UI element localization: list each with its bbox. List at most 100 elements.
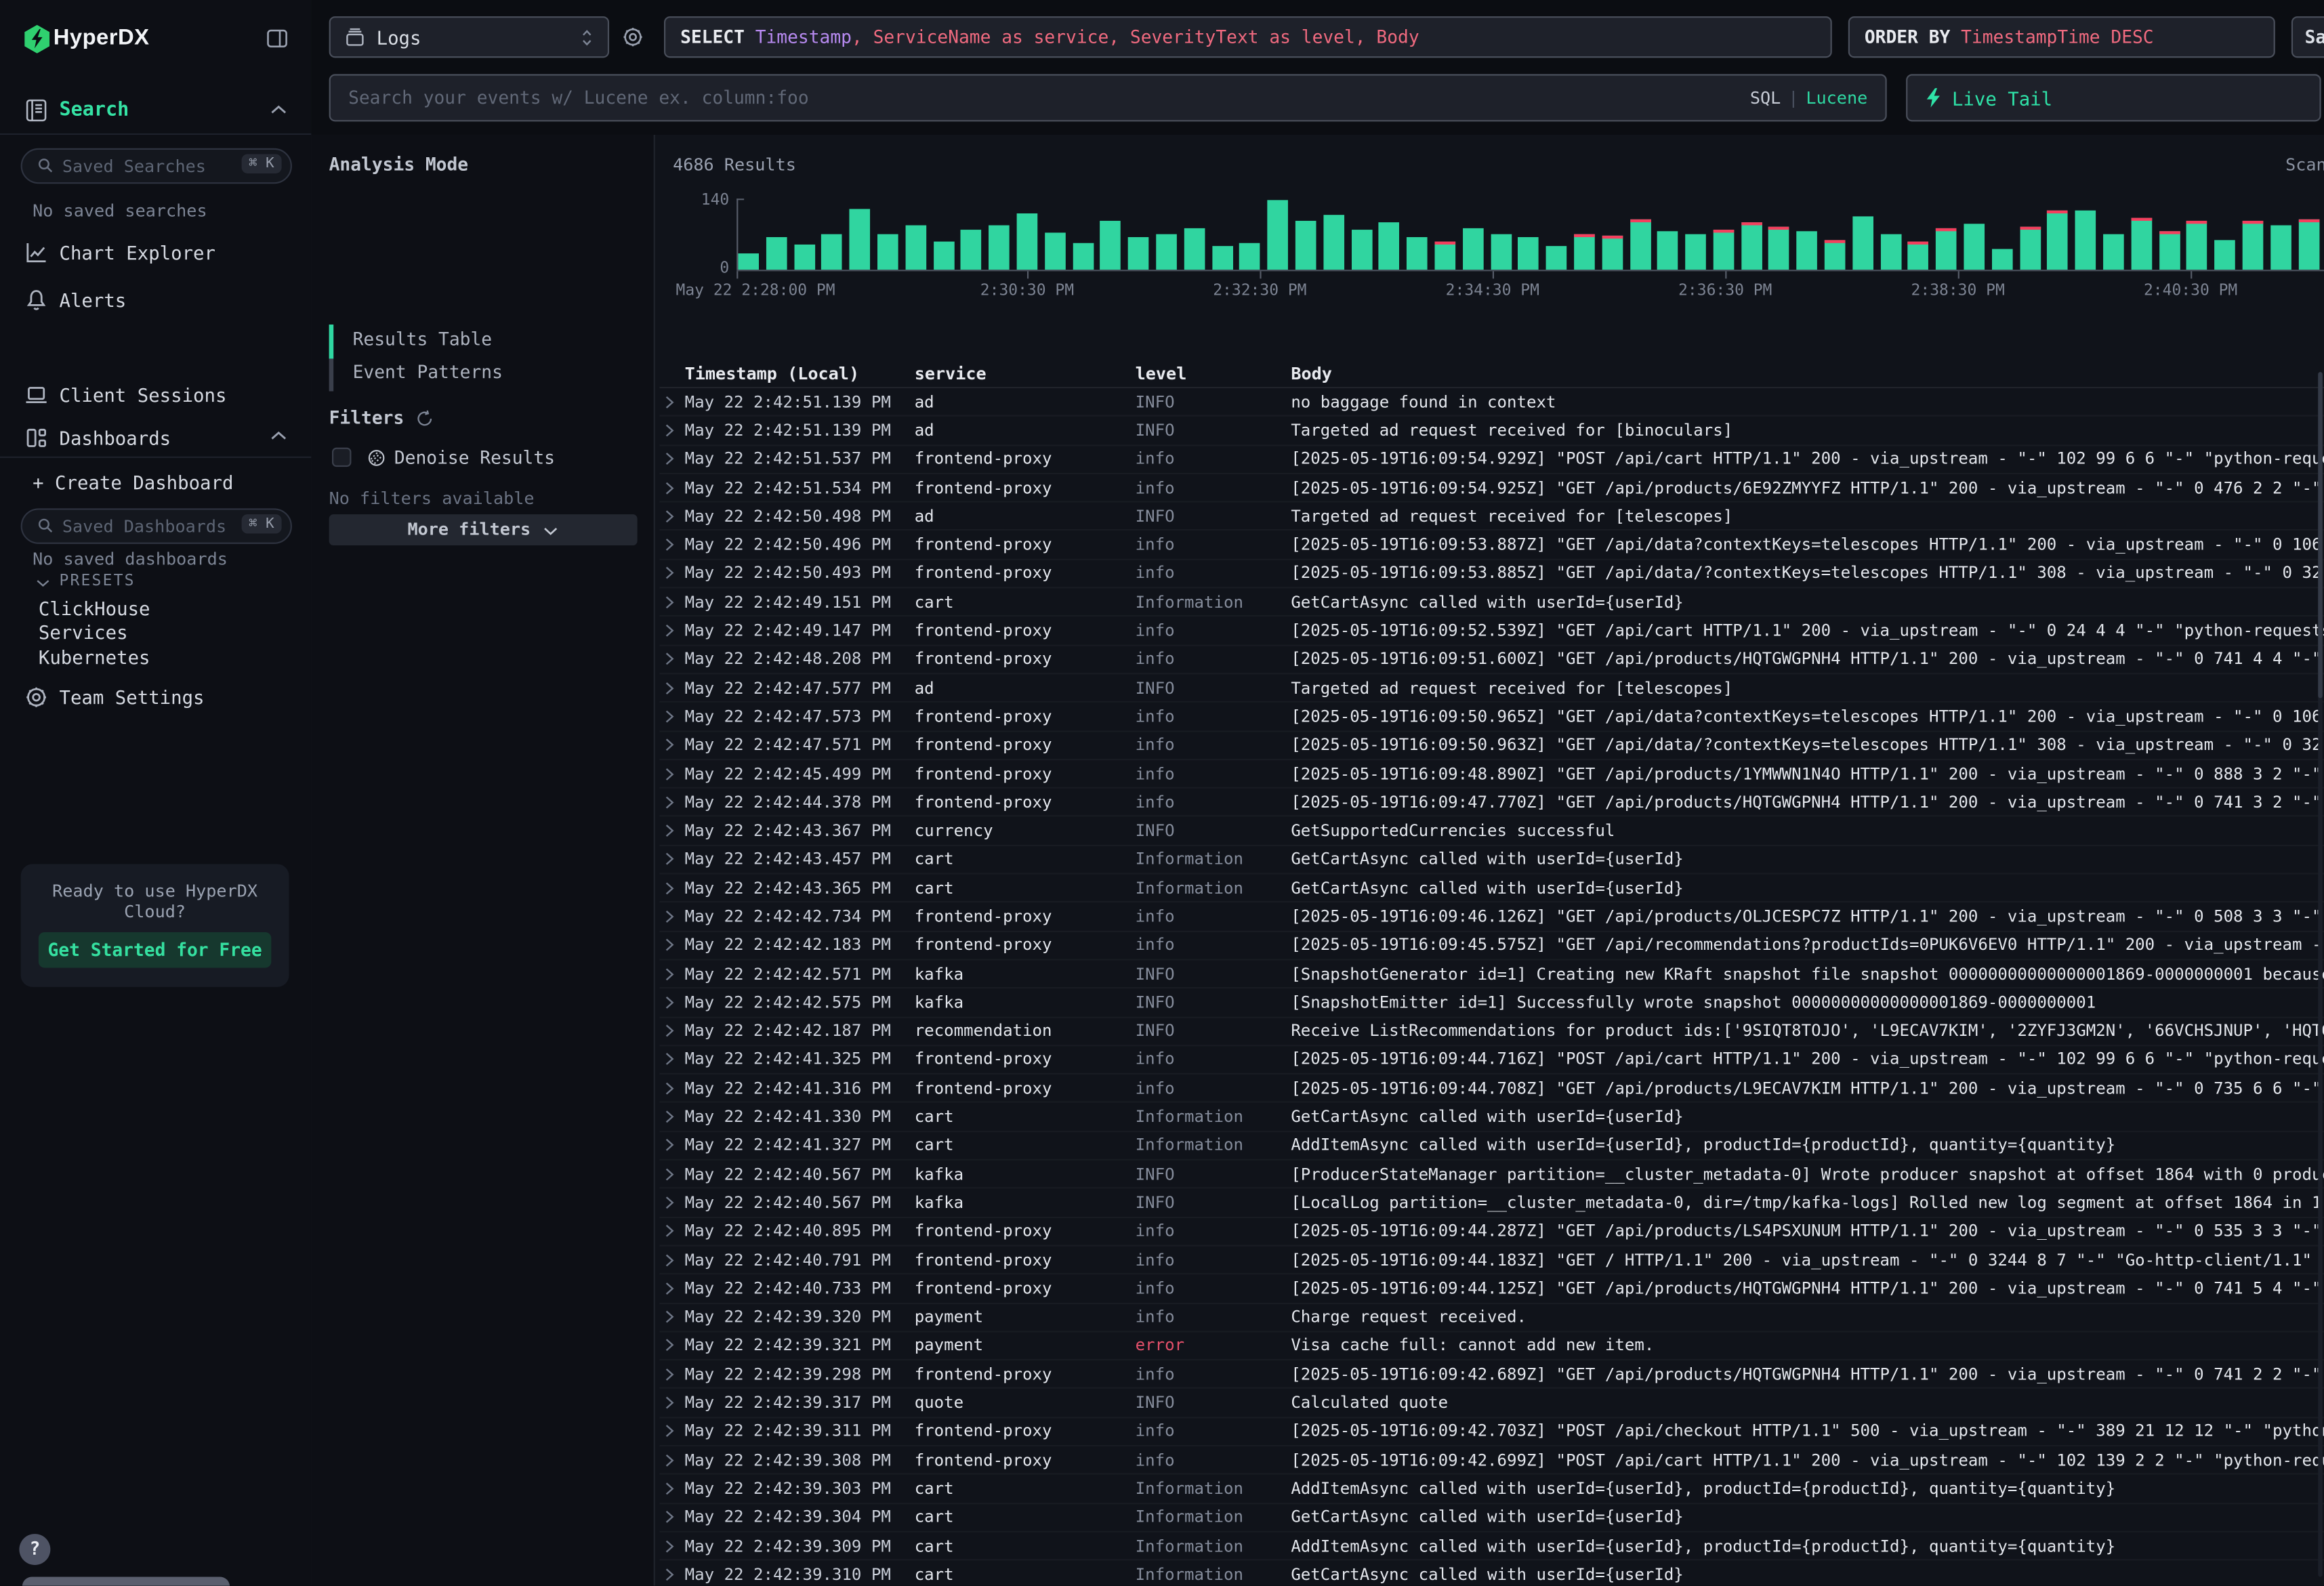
table-row[interactable]: May 22 2:42:47.571 PMfrontend-proxyinfo[…	[659, 732, 2324, 760]
scrollbar[interactable]	[2318, 372, 2323, 1577]
table-row[interactable]: May 22 2:42:41.325 PMfrontend-proxyinfo[…	[659, 1046, 2324, 1074]
more-filters-button[interactable]: More filters	[329, 514, 638, 545]
histogram-bar[interactable]	[766, 238, 787, 269]
histogram-bar[interactable]	[1602, 236, 1623, 269]
sidebar-item-client-sessions[interactable]: Client Sessions	[0, 379, 311, 412]
histogram-bar[interactable]	[1936, 228, 1957, 269]
row-expand-chevron-icon[interactable]	[659, 1423, 684, 1440]
histogram-bar[interactable]	[2298, 220, 2319, 269]
row-expand-chevron-icon[interactable]	[659, 1280, 684, 1297]
row-expand-chevron-icon[interactable]	[659, 1023, 684, 1039]
table-row[interactable]: May 22 2:42:51.139 PMadINFOno baggage fo…	[659, 388, 2324, 417]
histogram-bar[interactable]	[905, 225, 926, 269]
table-row[interactable]: May 22 2:42:39.317 PMquoteINFOCalculated…	[659, 1390, 2324, 1418]
histogram-bar[interactable]	[1518, 238, 1539, 269]
histogram-bar[interactable]	[2048, 211, 2069, 269]
mode-event-patterns[interactable]: Event Patterns	[353, 362, 503, 383]
histogram-bar[interactable]	[1992, 249, 2013, 269]
histogram-bar[interactable]	[2270, 225, 2291, 269]
table-row[interactable]: May 22 2:42:39.304 PMcartInformationGetC…	[659, 1503, 2324, 1532]
histogram-bar[interactable]	[1184, 228, 1205, 269]
table-row[interactable]: May 22 2:42:49.151 PMcartInformationGetC…	[659, 589, 2324, 617]
row-expand-chevron-icon[interactable]	[659, 1223, 684, 1239]
row-expand-chevron-icon[interactable]	[659, 422, 684, 438]
histogram-bar[interactable]	[1741, 222, 1762, 269]
table-row[interactable]: May 22 2:42:39.298 PMfrontend-proxyinfo[…	[659, 1360, 2324, 1389]
histogram-bar[interactable]	[1880, 235, 1901, 269]
row-expand-chevron-icon[interactable]	[659, 680, 684, 696]
histogram-bar[interactable]	[1017, 213, 1038, 269]
histogram-bar[interactable]	[2215, 240, 2236, 269]
histogram-bar[interactable]	[1295, 221, 1316, 269]
histogram-bar[interactable]	[1491, 235, 1512, 269]
saved-dashboards-input[interactable]: Saved Dashboards ⌘ K	[21, 508, 292, 544]
histogram-bar[interactable]	[2020, 226, 2041, 269]
histogram-bar[interactable]	[1073, 243, 1094, 269]
row-expand-chevron-icon[interactable]	[659, 1194, 684, 1211]
orderby-input[interactable]: ORDER BY TimestampTime DESC	[1848, 16, 2275, 58]
table-row[interactable]: May 22 2:42:43.365 PMcartInformationGetC…	[659, 875, 2324, 903]
row-expand-chevron-icon[interactable]	[659, 708, 684, 724]
table-row[interactable]: May 22 2:42:40.791 PMfrontend-proxyinfo[…	[659, 1246, 2324, 1274]
help-button[interactable]: ?	[19, 1534, 50, 1565]
saved-searches-input[interactable]: Saved Searches ⌘ K	[21, 148, 292, 184]
row-expand-chevron-icon[interactable]	[659, 1051, 684, 1068]
histogram-bar[interactable]	[794, 245, 815, 269]
histogram-bar[interactable]	[1657, 231, 1678, 269]
histogram-bar[interactable]	[1268, 200, 1289, 269]
table-row[interactable]: May 22 2:42:39.311 PMfrontend-proxyinfo[…	[659, 1418, 2324, 1446]
row-expand-chevron-icon[interactable]	[659, 1080, 684, 1096]
row-expand-chevron-icon[interactable]	[659, 1337, 684, 1354]
table-row[interactable]: May 22 2:42:50.496 PMfrontend-proxyinfo[…	[659, 531, 2324, 560]
table-row[interactable]: May 22 2:42:49.147 PMfrontend-proxyinfo[…	[659, 617, 2324, 646]
presets-header[interactable]: PRESETS	[36, 572, 136, 589]
live-tail-button[interactable]: Live Tail	[1906, 74, 2321, 121]
histogram-bar[interactable]	[822, 234, 843, 269]
histogram-bar[interactable]	[1323, 215, 1344, 269]
denoise-checkbox[interactable]	[332, 448, 351, 467]
table-row[interactable]: May 22 2:42:43.367 PMcurrencyINFOGetSupp…	[659, 817, 2324, 846]
histogram-bar[interactable]	[1045, 233, 1066, 269]
sidebar-item-team-settings[interactable]: Team Settings	[0, 682, 311, 714]
row-expand-chevron-icon[interactable]	[659, 737, 684, 753]
row-expand-chevron-icon[interactable]	[659, 995, 684, 1011]
histogram-bar[interactable]	[961, 230, 982, 269]
row-expand-chevron-icon[interactable]	[659, 880, 684, 896]
preset-item-kubernetes[interactable]: Kubernetes	[39, 646, 150, 668]
histogram-bar[interactable]	[1825, 240, 1846, 269]
table-row[interactable]: May 22 2:42:42.571 PMkafkaINFO[SnapshotG…	[659, 960, 2324, 988]
row-expand-chevron-icon[interactable]	[659, 565, 684, 581]
table-row[interactable]: May 22 2:42:50.498 PMadINFOTargeted ad r…	[659, 503, 2324, 531]
histogram-bar[interactable]	[1128, 237, 1149, 269]
histogram-bar[interactable]	[1797, 231, 1818, 269]
histogram-bar[interactable]	[2075, 211, 2096, 269]
table-row[interactable]: May 22 2:42:51.537 PMfrontend-proxyinfo[…	[659, 446, 2324, 474]
table-row[interactable]: May 22 2:42:43.457 PMcartInformationGetC…	[659, 846, 2324, 875]
histogram-bar[interactable]	[1434, 241, 1455, 269]
table-row[interactable]: May 22 2:42:39.303 PMcartInformationAddI…	[659, 1475, 2324, 1503]
table-row[interactable]: May 22 2:42:39.308 PMfrontend-proxyinfo[…	[659, 1446, 2324, 1475]
histogram-bar[interactable]	[989, 225, 1010, 269]
row-expand-chevron-icon[interactable]	[659, 537, 684, 553]
sidebar-section-search[interactable]: Search	[0, 93, 311, 129]
table-row[interactable]: May 22 2:42:39.309 PMcartInformationAddI…	[659, 1532, 2324, 1561]
table-row[interactable]: May 22 2:42:39.310 PMcartInformationGetC…	[659, 1561, 2324, 1586]
histogram-bar[interactable]	[933, 241, 954, 269]
row-expand-chevron-icon[interactable]	[659, 1138, 684, 1154]
histogram-bar[interactable]	[1574, 234, 1595, 269]
table-row[interactable]: May 22 2:42:42.187 PMrecommendationINFOR…	[659, 1018, 2324, 1046]
row-expand-chevron-icon[interactable]	[659, 451, 684, 467]
row-expand-chevron-icon[interactable]	[659, 794, 684, 810]
histogram-bar[interactable]	[1351, 230, 1372, 269]
table-row[interactable]: May 22 2:42:50.493 PMfrontend-proxyinfo[…	[659, 560, 2324, 588]
source-select[interactable]: Logs	[329, 16, 609, 58]
histogram-bar[interactable]	[1546, 247, 1567, 269]
row-expand-chevron-icon[interactable]	[659, 937, 684, 953]
column-header-timestamp[interactable]: Timestamp (Local)	[685, 363, 915, 384]
table-row[interactable]: May 22 2:42:41.327 PMcartInformationAddI…	[659, 1132, 2324, 1161]
query-language-toggle[interactable]: SQL|Lucene	[1750, 87, 1867, 108]
row-expand-chevron-icon[interactable]	[659, 1251, 684, 1268]
table-row[interactable]: May 22 2:42:39.320 PMpaymentinfoCharge r…	[659, 1303, 2324, 1332]
row-expand-chevron-icon[interactable]	[659, 594, 684, 610]
histogram-bar[interactable]	[1964, 224, 1985, 269]
